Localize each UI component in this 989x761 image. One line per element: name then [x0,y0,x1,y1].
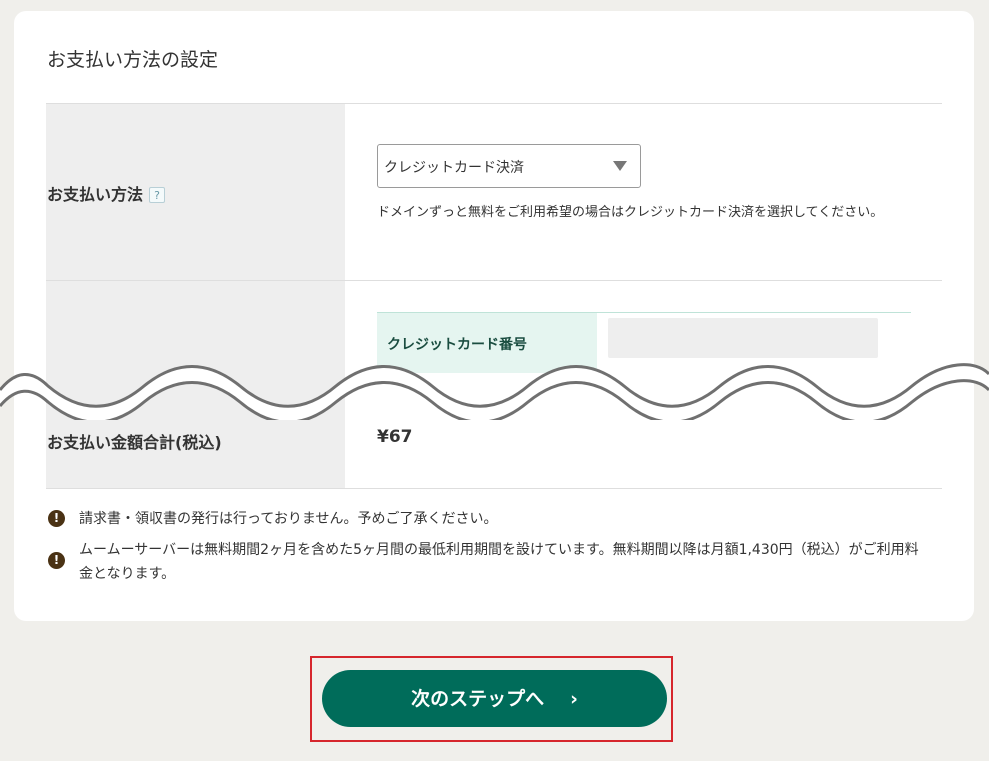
payment-method-note: ドメインずっと無料をご利用希望の場合はクレジットカード決済を選択してください。 [377,205,884,220]
notice-text: ムームーサーバーは無料期間2ヶ月を含めた5ヶ月間の最低利用期間を設けています。無… [79,542,919,582]
question-mark-icon[interactable]: ? [149,187,166,203]
chevron-right-icon: › [570,688,578,710]
total-value: ¥67 [377,427,413,447]
payment-method-label: お支払い方法? [47,181,166,205]
exclamation-icon: ! [48,510,65,527]
next-step-button[interactable]: 次のステップへ › [322,670,667,727]
section-title: お支払い方法の設定 [47,49,219,71]
next-step-button-label: 次のステップへ [411,688,545,710]
payment-settings-card: お支払い方法の設定 お支払い方法? クレジットカード決済 ドメインずっと無料をご… [14,11,974,621]
total-label: お支払い金額合計(税込) [47,433,222,452]
exclamation-icon: ! [48,552,65,569]
notice-text: 請求書・領収書の発行は行っておりません。予めご了承ください。 [79,511,498,527]
row-divider [46,488,942,489]
notice-minimum-term: ! ムームーサーバーは無料期間2ヶ月を含めた5ヶ月間の最低利用期間を設けています… [48,538,928,586]
content-omitted-wave-break [0,363,989,420]
payment-method-select-value: クレジットカード決済 [384,160,524,176]
payment-method-label-text: お支払い方法 [47,185,144,204]
caret-down-icon [613,161,627,171]
payment-method-select[interactable]: クレジットカード決済 [377,144,641,188]
notice-invoice: ! 請求書・領収書の発行は行っておりません。予めご了承ください。 [48,507,928,531]
